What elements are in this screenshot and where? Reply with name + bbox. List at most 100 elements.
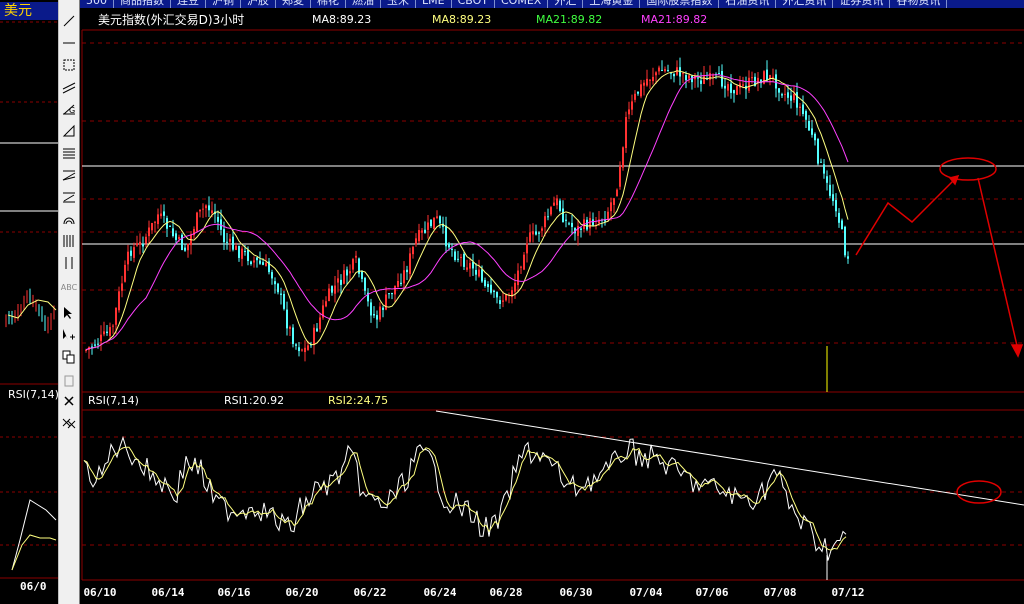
move-tool-icon[interactable] [60,326,78,344]
candle-body [151,222,153,231]
candle-body [184,247,186,251]
nav-tab[interactable]: 外汇 [548,0,584,8]
ma8-value-2: MA8:89.23 [432,13,492,26]
delete-tool-icon[interactable] [60,392,78,410]
delete-all-tool-icon[interactable] [60,414,78,432]
candle-body [292,327,294,344]
x-axis-tick-label: 06/10 [83,586,117,599]
candle-body [178,236,180,240]
rsi-grid [82,436,1024,546]
nav-tab[interactable]: 谷物资讯 [890,0,948,8]
nav-tab[interactable]: 棉花 [311,0,346,8]
left-mini-rsi2-line [11,534,57,571]
candle-body [601,219,603,221]
candle-body [256,257,258,261]
candle-body [307,345,309,350]
nav-tab[interactable]: LME [416,0,452,8]
vertical-lines-tool-icon[interactable] [60,232,78,250]
candle-body [568,223,570,225]
candle-body [493,290,495,292]
parallel-lines-tool-icon[interactable] [60,78,78,96]
candle-body [103,331,105,335]
select-arrow-tool-icon[interactable] [60,304,78,322]
candle-body [523,254,525,270]
line-tool-icon[interactable] [60,12,78,30]
nav-tab[interactable]: 连豆 [171,0,206,8]
nav-tab[interactable]: 商品指数 [114,0,171,8]
nav-tab[interactable]: 证券资讯 [833,0,891,8]
candle-body [658,67,660,72]
candle-body [535,231,537,235]
candle-body [484,280,486,287]
candle-body [250,261,252,265]
candle-body [592,219,594,226]
candle-body [532,231,534,235]
candle-body [610,202,612,212]
candle-body [628,109,630,115]
candle-body [583,219,585,230]
gann-lines-tool-icon[interactable] [60,144,78,162]
candle-body [724,85,726,89]
candle-body [190,234,192,246]
nav-tab[interactable]: 外汇资讯 [776,0,834,8]
candle-body [430,219,432,227]
candle-body [478,269,480,277]
candle-body [676,67,678,75]
candle-body [403,270,405,284]
candle-body [529,232,531,242]
nav-tab[interactable]: 燃油 [346,0,381,8]
arc-tool-icon[interactable] [60,210,78,228]
forecast-annotation [855,157,1024,504]
candle-body [400,282,402,285]
candle-body [757,77,759,84]
x-axis-tick-label: 06/24 [423,586,457,599]
candle-body [352,259,354,270]
cycle-lines-tool-icon[interactable] [60,254,78,272]
candle-body [559,200,561,212]
price-chart[interactable] [0,0,1024,604]
top-navigation-bar: 500 商品指数 连豆 沪铜 沪胶 郑麦 棉花 燃油 玉米 LME CBOT COMEX 外汇 上海黄金国… [80,0,1024,8]
nav-tab[interactable]: 沪铜 [206,0,241,8]
candle-body [706,78,708,80]
nav-tab[interactable]: CBOT [452,0,495,8]
candle-body [739,83,741,88]
nav-tab[interactable]: 国际股票指数 [640,0,720,8]
paste-tool-icon[interactable] [60,372,78,390]
fibonacci-tool-icon[interactable]: G [60,100,78,118]
candle-body [823,164,825,174]
candle-body [526,243,528,254]
candle-body [562,208,564,223]
candle-body [265,262,267,267]
candle-body [499,300,501,304]
x-axis-tick-label: 06/28 [489,586,523,599]
nav-tab[interactable]: 500 [80,0,114,8]
nav-tab[interactable]: 玉米 [381,0,416,8]
candle-body [130,250,132,256]
candle-body [394,285,396,295]
candle-body [169,225,171,227]
candle-body [793,93,795,101]
candle-body [145,236,147,244]
candle-body [100,334,102,342]
copy-tool-icon[interactable] [60,348,78,366]
text-tool-icon[interactable]: ABC [60,278,78,296]
candle-body [736,85,738,95]
nav-tab[interactable]: COMEX [495,0,549,8]
candle-body [607,211,609,220]
candle-body [205,205,207,209]
candle-body [760,79,762,84]
candle-body [274,281,276,285]
gann-fan-tool-icon[interactable] [60,166,78,184]
nav-tab[interactable]: 郑麦 [276,0,311,8]
candle-body [643,82,645,86]
nav-tab[interactable]: 上海黄金 [583,0,641,8]
svg-text:G: G [69,106,75,115]
candle-body [565,219,567,221]
rectangle-tool-icon[interactable] [60,56,78,74]
fan-lines-tool-icon[interactable] [60,188,78,206]
nav-tab[interactable]: 石油资讯 [719,0,777,8]
candle-body [664,69,666,72]
triangle-tool-icon[interactable] [60,122,78,140]
horizontal-line-tool-icon[interactable] [60,34,78,52]
nav-tab[interactable]: 沪胶 [241,0,276,8]
